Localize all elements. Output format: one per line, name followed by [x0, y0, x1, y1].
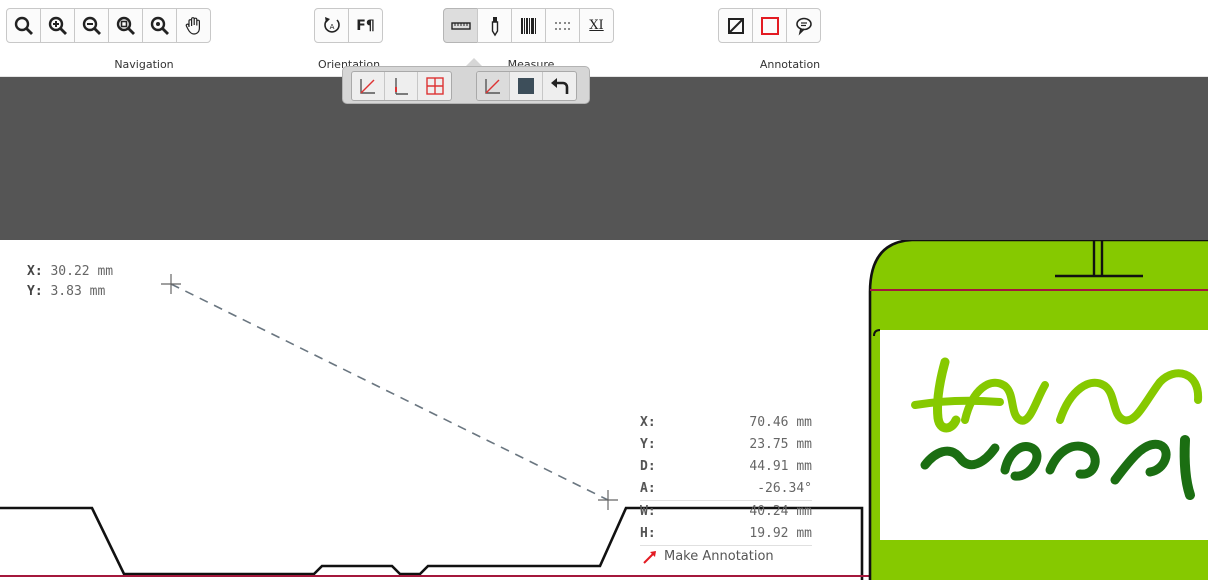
undo-arrow-icon: [550, 78, 568, 94]
cursor-coordinates: X: 30.22 mm Y: 3.83 mm: [27, 262, 113, 302]
flip-text-button[interactable]: F¶: [348, 8, 383, 43]
measure-key: H:: [640, 526, 656, 541]
eyedropper-button[interactable]: [477, 8, 512, 43]
measure-row: X: 70.46 mm: [640, 412, 812, 434]
angle-tool-button[interactable]: [477, 72, 510, 100]
ruler-icon: [450, 21, 471, 30]
dot-grid-icon: [554, 21, 570, 30]
navigation-group: Navigation: [6, 8, 282, 76]
end-crosshair-icon: [598, 490, 618, 510]
flip-text-icon: F¶: [356, 17, 375, 34]
make-annotation-label: Make Annotation: [664, 549, 774, 564]
measure-line: [170, 283, 609, 501]
coord-x-value: 30.22 mm: [50, 264, 114, 279]
make-annotation-button[interactable]: Make Annotation: [640, 545, 812, 568]
xi-button[interactable]: XI: [579, 8, 614, 43]
dot-grid-button[interactable]: [545, 8, 580, 43]
measure-key: W:: [640, 504, 656, 519]
filled-square-icon: [518, 78, 534, 94]
measure-value: -26.34°: [757, 481, 812, 496]
measure-sub-toolbar: [342, 66, 590, 104]
start-crosshair-icon: [161, 274, 181, 294]
barcode-button[interactable]: [511, 8, 546, 43]
label-white-area: [880, 330, 1208, 540]
undo-button[interactable]: [543, 72, 576, 100]
eyedropper-icon: [491, 16, 498, 36]
measurement-panel: X: 70.46 mm Y: 23.75 mm D: 44.91 mm A: -26.3…: [640, 412, 812, 568]
annotation-group: Annotation: [718, 8, 862, 76]
measure-value: 19.92 mm: [749, 526, 812, 541]
angle-measure-icon: [360, 79, 375, 94]
svg-text:A: A: [329, 23, 334, 31]
zoom-fit-icon: [116, 16, 135, 35]
zoom-out-icon: [82, 16, 101, 35]
diagonal-box-icon: [727, 17, 744, 34]
measure-key: D:: [640, 459, 656, 474]
angle-measure-icon: [485, 79, 500, 94]
navigation-label: Navigation: [114, 58, 174, 71]
measure-value: 44.91 mm: [749, 459, 812, 474]
ruler-button[interactable]: [443, 8, 478, 43]
annotation-arrow-icon: [643, 551, 656, 564]
diagonal-box-button[interactable]: [718, 8, 753, 43]
measure-key: Y:: [640, 437, 656, 452]
artwork-canvas[interactable]: [0, 240, 1208, 580]
zoom-out-button[interactable]: [74, 8, 109, 43]
main-toolbar: Navigation A F¶ Orientation XI Measure A…: [0, 0, 1208, 77]
measure-value: 70.46 mm: [749, 415, 812, 430]
measure-mode-group: [351, 71, 452, 101]
measure-row: H: 19.92 mm: [640, 523, 812, 545]
zoom-fit-button[interactable]: [108, 8, 143, 43]
corner-measure-button[interactable]: [385, 72, 418, 100]
measure-row: W: 40.24 mm: [640, 500, 812, 523]
measure-key: A:: [640, 481, 656, 496]
zoom-selection-button[interactable]: [142, 8, 177, 43]
measure-value: 23.75 mm: [749, 437, 812, 452]
pan-hand-icon: [185, 16, 200, 35]
measure-action-group: [476, 71, 577, 101]
rotate-icon: A: [323, 16, 340, 33]
coord-x-label: X:: [27, 264, 43, 279]
zoom-button[interactable]: [6, 8, 41, 43]
measure-value: 40.24 mm: [749, 504, 812, 519]
pan-button[interactable]: [176, 8, 211, 43]
red-rectangle-icon: [760, 16, 779, 35]
zoom-in-icon: [48, 16, 67, 35]
measure-row: D: 44.91 mm: [640, 456, 812, 478]
xi-icon: XI: [589, 18, 604, 33]
coord-y-label: Y:: [27, 284, 43, 299]
zoom-in-button[interactable]: [40, 8, 75, 43]
grid-cross-icon: [425, 77, 444, 95]
corner-measure-icon: [395, 78, 408, 95]
dark-viewer-band: [0, 77, 1208, 240]
fill-button[interactable]: [510, 72, 543, 100]
angle-measure-button[interactable]: [352, 72, 385, 100]
barcode-icon: [520, 17, 536, 34]
measure-key: X:: [640, 415, 656, 430]
comment-button[interactable]: [786, 8, 821, 43]
rectangle-button[interactable]: [752, 8, 787, 43]
zoom-icon: [14, 16, 33, 35]
coord-y-value: 3.83 mm: [50, 284, 106, 299]
grid-cross-button[interactable]: [418, 72, 451, 100]
annotation-label: Annotation: [759, 58, 821, 71]
rotate-button[interactable]: A: [314, 8, 349, 43]
speech-bubble-icon: [795, 17, 812, 36]
zoom-selection-icon: [150, 16, 169, 35]
measure-row: Y: 23.75 mm: [640, 434, 812, 456]
measure-row: A: -26.34°: [640, 478, 812, 500]
